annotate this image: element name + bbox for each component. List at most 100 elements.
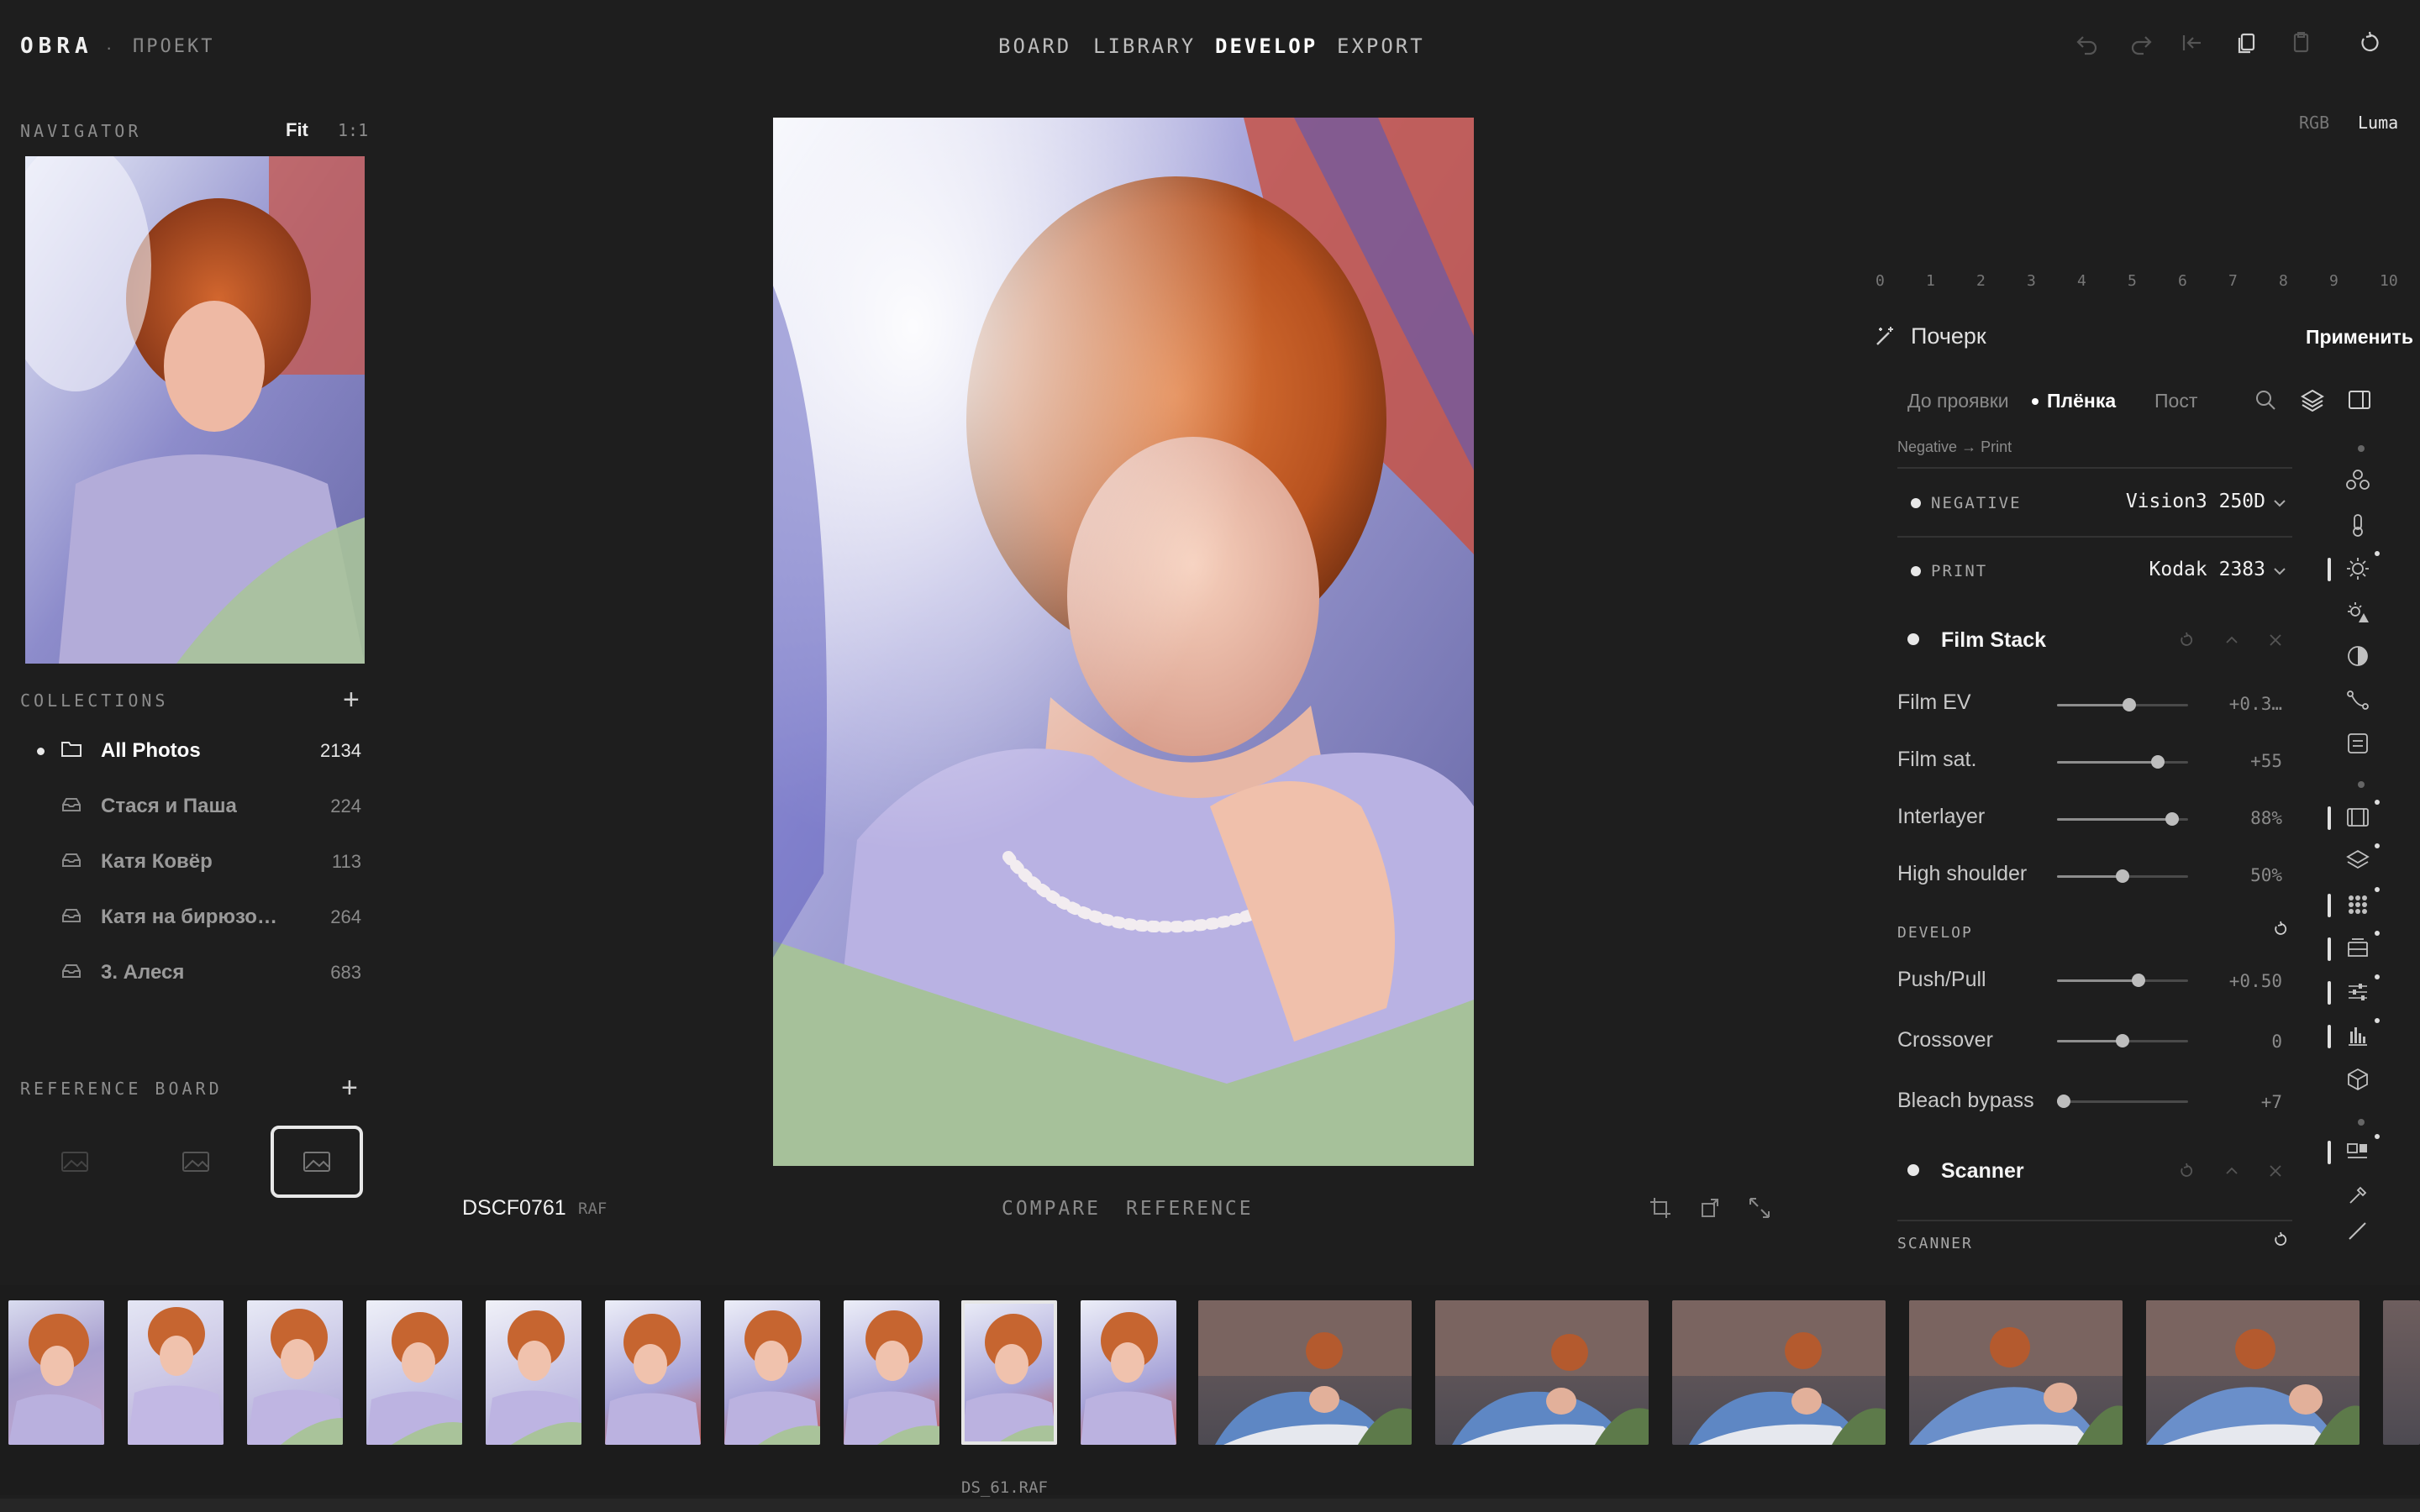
close-icon[interactable] — [2267, 632, 2286, 650]
chevron-down-icon[interactable] — [2272, 496, 2289, 512]
slider-handle[interactable] — [2122, 698, 2136, 711]
bleach-bypass-slider[interactable] — [2056, 1095, 2188, 1108]
filmstrip-scrollbar[interactable] — [0, 1499, 2420, 1512]
collection-item-katya-biryuza[interactable]: Катя на бирюзо… 264 — [37, 899, 361, 936]
stage-tab-pre-develop[interactable]: До проявки — [1907, 390, 2009, 412]
layers-icon[interactable] — [2301, 388, 2326, 413]
push-pull-value[interactable]: +0.50 — [2202, 971, 2282, 991]
add-reference-button[interactable]: + — [341, 1074, 358, 1102]
reference-slot[interactable] — [150, 1126, 242, 1198]
filmstrip-thumbnail-selected[interactable] — [961, 1300, 1057, 1445]
filmstrip-thumbnail[interactable] — [844, 1300, 939, 1445]
apply-preset-button[interactable]: Применить — [2306, 326, 2413, 349]
slider-handle[interactable] — [2056, 1095, 2070, 1108]
filmstrip-thumbnail[interactable] — [605, 1300, 701, 1445]
project-name[interactable]: ПРОЕКТ — [133, 36, 214, 57]
tab-board[interactable]: BOARD — [998, 34, 1071, 58]
filmstrip-thumbnail[interactable] — [128, 1300, 224, 1445]
preset-name[interactable]: Почерк — [1911, 323, 1986, 349]
slider-handle[interactable] — [2116, 1034, 2129, 1047]
color-wheels-icon[interactable] — [2344, 469, 2371, 496]
slider-handle[interactable] — [2116, 869, 2129, 883]
collection-item-all-photos[interactable]: All Photos 2134 — [37, 732, 361, 769]
film-ev-slider[interactable] — [2057, 698, 2188, 711]
brush-icon[interactable] — [2344, 1218, 2371, 1245]
copy-icon[interactable] — [2232, 30, 2262, 60]
print-select[interactable]: Kodak 2383 — [2101, 559, 2265, 580]
grain-icon[interactable] — [2344, 892, 2371, 919]
interlayer-slider[interactable] — [2057, 812, 2188, 826]
scanner-reset-icon[interactable] — [2272, 1231, 2291, 1250]
slider-handle[interactable] — [2151, 755, 2165, 769]
reference-button[interactable]: REFERENCE — [1126, 1198, 1254, 1220]
tab-develop[interactable]: DEVELOP — [1215, 34, 1318, 58]
sun-icon[interactable] — [2344, 556, 2371, 583]
contrast-icon[interactable] — [2344, 643, 2371, 670]
filmstrip-thumbnail[interactable] — [1198, 1300, 1412, 1445]
main-photo[interactable] — [773, 118, 1474, 1166]
redo-icon[interactable] — [2126, 30, 2156, 60]
module-reset-icon[interactable] — [2178, 1163, 2196, 1181]
filmstrip-thumbnail[interactable] — [486, 1300, 581, 1445]
curve-icon[interactable] — [2344, 687, 2371, 714]
filmstrip-thumbnail[interactable] — [2146, 1300, 2360, 1445]
high-shoulder-slider[interactable] — [2057, 869, 2188, 883]
interlayer-value[interactable]: 88% — [2202, 808, 2282, 828]
fullscreen-icon[interactable] — [1748, 1196, 1773, 1221]
filmstrip-thumbnail[interactable] — [2383, 1300, 2420, 1445]
crossover-value[interactable]: 0 — [2202, 1032, 2282, 1052]
panel-toggle-icon[interactable] — [2348, 388, 2373, 413]
filmstrip-thumbnail[interactable] — [1909, 1300, 2123, 1445]
filmstrip-thumbnail[interactable] — [366, 1300, 462, 1445]
sliders-icon[interactable] — [2344, 979, 2371, 1006]
film-sat-slider[interactable] — [2057, 755, 2188, 769]
scanner-icon[interactable] — [2344, 936, 2371, 963]
bleach-bypass-value[interactable]: +7 — [2202, 1092, 2282, 1112]
filmstrip-thumbnail[interactable] — [1435, 1300, 1649, 1445]
tab-library[interactable]: LIBRARY — [1093, 34, 1196, 58]
filmstrip-thumbnail[interactable] — [1672, 1300, 1886, 1445]
navigator-preview[interactable] — [25, 156, 365, 664]
negative-select[interactable]: Vision3 250D — [2101, 491, 2265, 512]
stage-tab-film[interactable]: Плёнка — [2047, 390, 2116, 412]
first-icon[interactable] — [2178, 30, 2208, 60]
stage-tab-post[interactable]: Пост — [2154, 390, 2197, 412]
zoom-fit-button[interactable]: Fit — [286, 119, 308, 141]
tab-export[interactable]: EXPORT — [1337, 34, 1425, 58]
collection-item-alesya[interactable]: 3. Алеся 683 — [37, 954, 361, 991]
add-collection-button[interactable]: + — [343, 685, 360, 714]
film-icon[interactable] — [2344, 805, 2371, 832]
eyedropper-icon[interactable] — [2344, 1183, 2371, 1210]
paste-icon[interactable] — [2286, 30, 2316, 60]
push-pull-slider[interactable] — [2057, 974, 2188, 987]
compare-button[interactable]: COMPARE — [1002, 1198, 1101, 1220]
close-icon[interactable] — [2267, 1163, 2286, 1181]
slider-handle[interactable] — [2165, 812, 2180, 826]
film-sat-value[interactable]: +55 — [2202, 751, 2282, 771]
collapse-icon[interactable] — [2223, 632, 2242, 650]
reset-icon[interactable] — [2354, 30, 2385, 60]
module-reset-icon[interactable] — [2178, 632, 2196, 650]
crossover-slider[interactable] — [2057, 1034, 2188, 1047]
collection-item-katya-kover[interactable]: Катя Ковёр 113 — [37, 843, 361, 880]
cube-icon[interactable] — [2344, 1067, 2371, 1094]
high-shoulder-value[interactable]: 50% — [2202, 865, 2282, 885]
reference-slot-active[interactable] — [271, 1126, 363, 1198]
filmstrip-thumbnail[interactable] — [247, 1300, 343, 1445]
slider-handle[interactable] — [2131, 974, 2145, 987]
adjustments-icon[interactable] — [2344, 731, 2371, 758]
film-ev-value[interactable]: +0.3… — [2202, 694, 2282, 714]
zoom-1-1-button[interactable]: 1:1 — [338, 120, 368, 140]
sun-warning-icon[interactable] — [2344, 600, 2371, 627]
layout-icon[interactable] — [2344, 1139, 2371, 1166]
undo-icon[interactable] — [2072, 30, 2102, 60]
levels-icon[interactable] — [2344, 1023, 2371, 1050]
develop-reset-icon[interactable] — [2272, 921, 2291, 939]
crop-icon[interactable] — [1649, 1196, 1674, 1221]
rotate-icon[interactable] — [1699, 1196, 1724, 1221]
filmstrip-thumbnail[interactable] — [724, 1300, 820, 1445]
search-icon[interactable] — [2254, 388, 2279, 413]
collapse-icon[interactable] — [2223, 1163, 2242, 1181]
stack-layers-icon[interactable] — [2344, 848, 2371, 875]
reference-slot[interactable] — [29, 1126, 121, 1198]
